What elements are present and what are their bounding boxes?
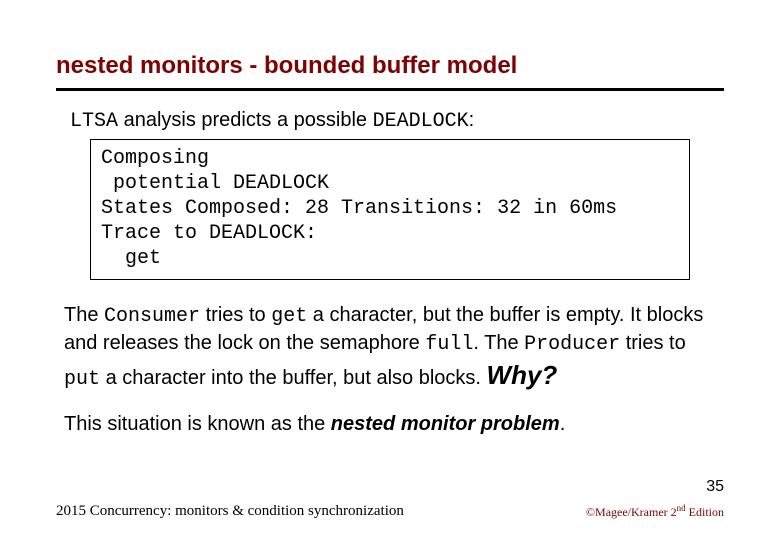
text: . [560, 413, 566, 435]
footer-right: ©Magee/Kramer 2nd Edition [586, 503, 724, 520]
intro-mid: analysis predicts a possible [118, 109, 373, 131]
put-term: put [64, 368, 100, 391]
text: a character into the buffer, but also bl… [100, 367, 487, 389]
nested-monitor-term: nested monitor problem [331, 413, 560, 435]
footer-left: 2015 Concurrency: monitors & condition s… [56, 503, 404, 520]
full-term: full [425, 333, 473, 356]
title-divider [56, 88, 724, 91]
consumer-term: Consumer [104, 305, 200, 328]
deadlock-label: DEADLOCK [373, 110, 469, 133]
producer-term: Producer [524, 333, 620, 356]
intro-line: LTSA analysis predicts a possible DEADLO… [70, 109, 724, 133]
text: This situation is known as the [64, 413, 331, 435]
explanation-paragraph: The Consumer tries to get a character, b… [64, 302, 716, 393]
text: tries to [620, 332, 686, 354]
why-emphasis: Why? [487, 360, 558, 390]
copyright-pre: ©Magee/Kramer [586, 505, 671, 519]
slide-title: nested monitors - bounded buffer model [56, 52, 724, 88]
page-number: 35 [706, 478, 724, 496]
analysis-output-box: Composing potential DEADLOCK States Comp… [90, 139, 690, 280]
ltsa-label: LTSA [70, 110, 118, 133]
intro-tail: : [469, 109, 475, 131]
text: The [64, 304, 104, 326]
edition-tail: Edition [686, 505, 724, 519]
get-term: get [271, 305, 307, 328]
conclusion-paragraph: This situation is known as the nested mo… [64, 411, 716, 438]
edition-ordinal: nd [677, 503, 686, 513]
text: tries to [200, 304, 271, 326]
text: . The [473, 332, 524, 354]
